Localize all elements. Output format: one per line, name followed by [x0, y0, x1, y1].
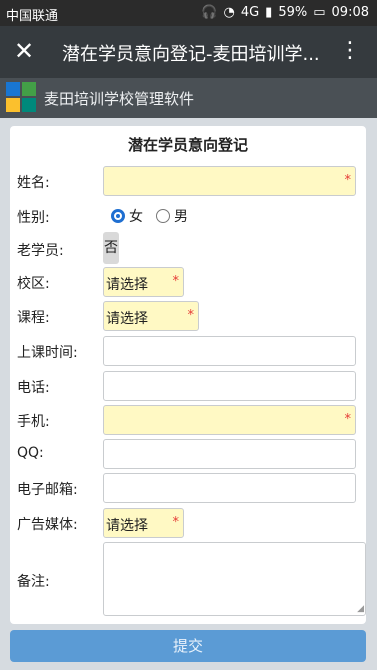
required-mark: * [344, 173, 352, 188]
old-student-value: 否 [103, 232, 119, 264]
qq-input[interactable] [103, 439, 356, 469]
status-bar: 中国联通 🎧 ◔ 4G ▮ 59% ▭ 09:08 [0, 0, 377, 26]
gender-male-radio[interactable]: 男 [156, 206, 188, 226]
label-gender: 性别: [17, 210, 50, 226]
battery-percent: 59% [278, 5, 308, 20]
more-vert-icon[interactable]: ⋮ [339, 38, 361, 64]
row-class-time: 上课时间: [10, 336, 366, 368]
label-campus: 校区: [17, 276, 50, 292]
row-old-student: 老学员: 否 [10, 232, 366, 266]
radio-selected-icon [111, 209, 125, 223]
row-mobile: 手机: * [10, 405, 366, 437]
headset-icon: 🎧 [201, 5, 218, 20]
label-remark: 备注: [17, 574, 50, 590]
gender-female-label: 女 [129, 209, 143, 225]
label-media: 广告媒体: [17, 517, 78, 533]
label-email: 电子邮箱: [17, 482, 78, 498]
battery-icon: ▭ [313, 5, 326, 20]
carrier-label: 中国联通 [6, 9, 59, 24]
row-course: 课程: 请选择 * [10, 301, 366, 333]
signal-icon: ▮ [265, 5, 273, 20]
email-input[interactable] [103, 473, 356, 503]
required-mark: * [172, 274, 180, 289]
app-bar: ✕ 潜在学员意向登记-麦田培训学... ⋮ [0, 26, 377, 78]
mobile-input[interactable]: * [103, 405, 356, 435]
submit-button[interactable]: 提交 [10, 630, 366, 662]
radio-unselected-icon [156, 209, 170, 223]
label-mobile: 手机: [17, 414, 50, 430]
course-value: 请选择 [106, 311, 148, 327]
row-email: 电子邮箱: [10, 473, 366, 505]
media-value: 请选择 [106, 518, 148, 534]
remark-textarea[interactable]: ◢ [103, 542, 366, 616]
row-name: 姓名: * [10, 166, 366, 198]
page-title: 潜在学员意向登记-麦田培训学... [62, 44, 320, 65]
label-class-time: 上课时间: [17, 345, 78, 361]
class-time-input[interactable] [103, 336, 356, 366]
required-mark: * [187, 308, 195, 323]
required-mark: * [344, 412, 352, 427]
phone-input[interactable] [103, 371, 356, 401]
label-qq: QQ: [17, 445, 44, 461]
wifi-icon: ◔ [223, 5, 235, 20]
label-phone: 电话: [17, 380, 50, 396]
brand-bar: 麦田培训学校管理软件 [0, 78, 377, 118]
media-select[interactable]: 请选择 * [103, 508, 184, 538]
brand-name: 麦田培训学校管理软件 [44, 90, 195, 108]
network-label: 4G [240, 5, 260, 20]
row-campus: 校区: 请选择 * [10, 267, 366, 299]
campus-select[interactable]: 请选择 * [103, 267, 184, 297]
status-right: 🎧 ◔ 4G ▮ 59% ▭ 09:08 [201, 5, 369, 20]
gender-male-label: 男 [174, 209, 188, 225]
row-remark: 备注: ◢ [10, 542, 366, 618]
label-old-student: 老学员: [17, 243, 64, 259]
required-mark: * [172, 515, 180, 530]
course-select[interactable]: 请选择 * [103, 301, 199, 331]
resize-grip-icon[interactable]: ◢ [357, 604, 364, 614]
row-media: 广告媒体: 请选择 * [10, 508, 366, 540]
row-qq: QQ: [10, 439, 366, 471]
close-icon[interactable]: ✕ [14, 38, 34, 64]
label-name: 姓名: [17, 175, 50, 191]
row-phone: 电话: [10, 371, 366, 403]
name-input[interactable]: * [103, 166, 356, 196]
brand-logo-icon [6, 82, 36, 112]
campus-value: 请选择 [106, 277, 148, 293]
form-title: 潜在学员意向登记 [127, 136, 248, 154]
gender-female-radio[interactable]: 女 [111, 206, 143, 226]
label-course: 课程: [17, 310, 50, 326]
clock: 09:08 [331, 5, 369, 20]
row-gender: 性别: 女 男 [10, 201, 366, 233]
form-card: 潜在学员意向登记 姓名: * 性别: 女 男 老学员: 否 校区: 请选择 * … [10, 126, 366, 624]
